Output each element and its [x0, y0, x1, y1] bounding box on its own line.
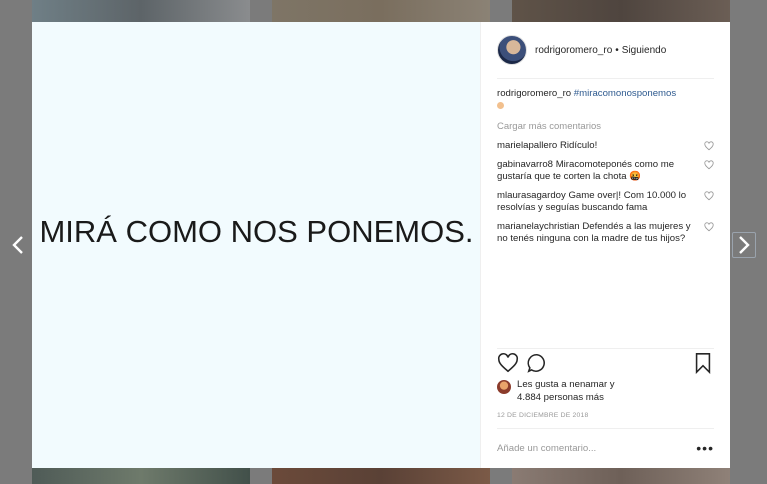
background-thumbnail: [32, 0, 250, 22]
comment-like-icon[interactable]: [704, 222, 714, 232]
divider: [497, 428, 714, 429]
bookmark-icon[interactable]: [692, 352, 714, 374]
background-thumbnail: [512, 468, 730, 484]
comment-item: mlaurasagardoy Game over|! Com 10.000 lo…: [497, 190, 714, 214]
post-sidebar: rodrigoromero_ro • Siguiendo rodrigorome…: [480, 22, 730, 468]
comment-item: gabinavarro8 Miracomoteponés como me gus…: [497, 159, 714, 183]
emoji-icon: [497, 102, 504, 109]
comment-item: marielapallero Ridículo!: [497, 140, 714, 152]
post-image-text: MIRÁ COMO NOS PONEMOS.: [39, 214, 474, 249]
comment-username[interactable]: marielapallero: [497, 140, 557, 151]
post-header: rodrigoromero_ro • Siguiendo: [497, 33, 714, 67]
background-thumbnail: [272, 468, 490, 484]
comments-section: rodrigoromero_ro #miracomonosponemos Car…: [497, 88, 714, 245]
post-caption: rodrigoromero_ro #miracomonosponemos: [497, 88, 714, 113]
comment-bubble-icon[interactable]: [526, 352, 548, 374]
next-post-button[interactable]: [732, 232, 756, 258]
comment-like-icon[interactable]: [704, 160, 714, 170]
caption-hashtag[interactable]: #miracomonosponemos: [574, 88, 676, 99]
previous-post-button[interactable]: [6, 232, 30, 258]
add-comment-input[interactable]: [497, 442, 667, 454]
background-thumbnail: [272, 0, 490, 22]
comment-item: marianelaychristian Defendés a las mujer…: [497, 221, 714, 245]
post-modal: MIRÁ COMO NOS PONEMOS. rodrigoromero_ro …: [32, 22, 730, 468]
divider: [497, 348, 714, 349]
comment-like-icon[interactable]: [704, 191, 714, 201]
heart-icon[interactable]: [497, 352, 519, 374]
comment-username[interactable]: marianelaychristian: [497, 221, 580, 232]
add-comment-bar: •••: [497, 438, 714, 458]
load-more-comments-button[interactable]: Cargar más comentarios: [497, 121, 714, 133]
comment-text: Ridículo!: [559, 140, 598, 151]
likes-summary: Les gusta a nenamar y 4.884 personas más: [497, 378, 714, 404]
comment-like-icon[interactable]: [704, 141, 714, 151]
author-username[interactable]: rodrigoromero_ro: [535, 45, 612, 56]
likes-line-1[interactable]: Les gusta a nenamar y: [517, 378, 615, 391]
chevron-right-icon: [739, 236, 750, 254]
likes-line-2[interactable]: 4.884 personas más: [517, 391, 615, 404]
comment-username[interactable]: mlaurasagardoy: [497, 190, 566, 201]
avatar[interactable]: [497, 35, 527, 65]
post-date[interactable]: 12 DE DICIEMBRE DE 2018: [497, 412, 588, 419]
background-thumbnail: [32, 468, 250, 484]
post-actions: [497, 352, 714, 376]
follow-status-button[interactable]: Siguiendo: [622, 45, 666, 56]
liker-avatar[interactable]: [497, 380, 511, 394]
more-options-button[interactable]: •••: [696, 441, 714, 455]
background-thumbnail: [512, 0, 730, 22]
post-image[interactable]: MIRÁ COMO NOS PONEMOS.: [32, 22, 480, 468]
header-separator: •: [615, 44, 619, 56]
caption-username[interactable]: rodrigoromero_ro: [497, 88, 571, 99]
divider: [497, 78, 714, 79]
chevron-left-icon: [12, 236, 23, 254]
comment-username[interactable]: gabinavarro8: [497, 159, 553, 170]
